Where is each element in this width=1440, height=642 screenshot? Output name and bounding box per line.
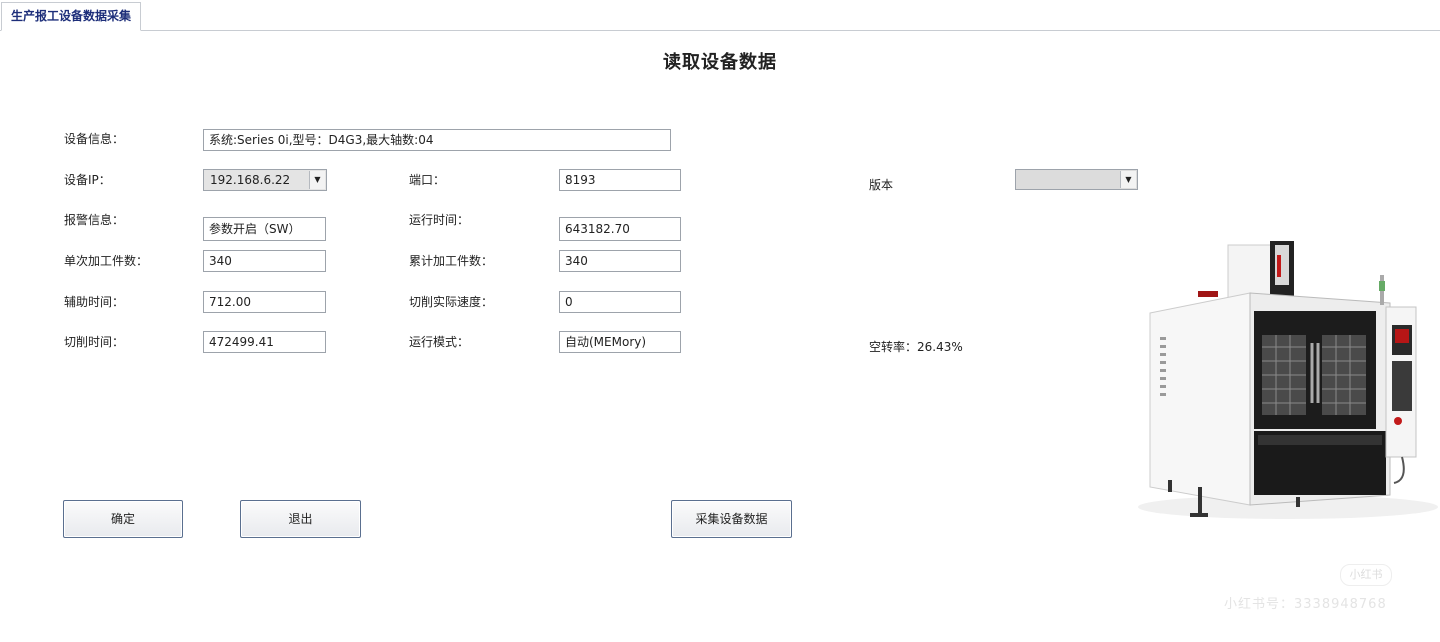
total-count-field[interactable]: 340 [559,250,681,272]
device-ip-value: 192.168.6.22 [210,173,291,187]
idle-rate-label: 空转率：26.43% [869,340,963,354]
single-count-field[interactable]: 340 [203,250,326,272]
aux-time-field[interactable]: 712.00 [203,291,326,313]
watermark-text: 小红书号：3338948768 [1224,597,1387,612]
chevron-down-icon[interactable]: ▼ [309,171,325,189]
page-title: 读取设备数据 [663,52,777,73]
run-time-field[interactable]: 643182.70 [559,217,681,241]
version-select[interactable]: ▼ [1015,169,1138,190]
port-field[interactable]: 8193 [559,169,681,191]
cut-time-label: 切削时间： [64,335,125,349]
watermark-badge: 小红书 [1340,564,1392,586]
exit-button[interactable]: 退出 [240,500,361,538]
tab-device-data-collection[interactable]: 生产报工设备数据采集 [1,2,142,31]
run-mode-field[interactable]: 自动(MEMory) [559,331,681,353]
collect-data-button[interactable]: 采集设备数据 [671,500,792,538]
version-label: 版本 [869,178,894,192]
chevron-down-icon[interactable]: ▼ [1120,171,1136,188]
tab-bar: 生产报工设备数据采集 [0,0,1440,31]
cut-speed-field[interactable]: 0 [559,291,681,313]
device-info-label: 设备信息： [64,132,125,146]
device-info-field[interactable]: 系统:Series 0i,型号：D4G3,最大轴数:04 [203,129,671,151]
total-count-label: 累计加工件数： [409,254,494,268]
aux-time-label: 辅助时间： [64,295,125,309]
single-count-label: 单次加工件数： [64,254,149,268]
run-time-label: 运行时间： [409,213,470,227]
cnc-machine-image [1138,241,1438,519]
run-mode-label: 运行模式： [409,335,470,349]
cut-time-field[interactable]: 472499.41 [203,331,326,353]
port-label: 端口： [409,173,446,187]
confirm-button[interactable]: 确定 [63,500,183,538]
alarm-info-label: 报警信息： [64,213,125,227]
device-ip-label: 设备IP： [64,173,111,187]
device-ip-select[interactable]: 192.168.6.22 ▼ [203,169,327,191]
cut-speed-label: 切削实际速度： [409,295,494,309]
alarm-info-field[interactable]: 参数开启（SW） [203,217,326,241]
